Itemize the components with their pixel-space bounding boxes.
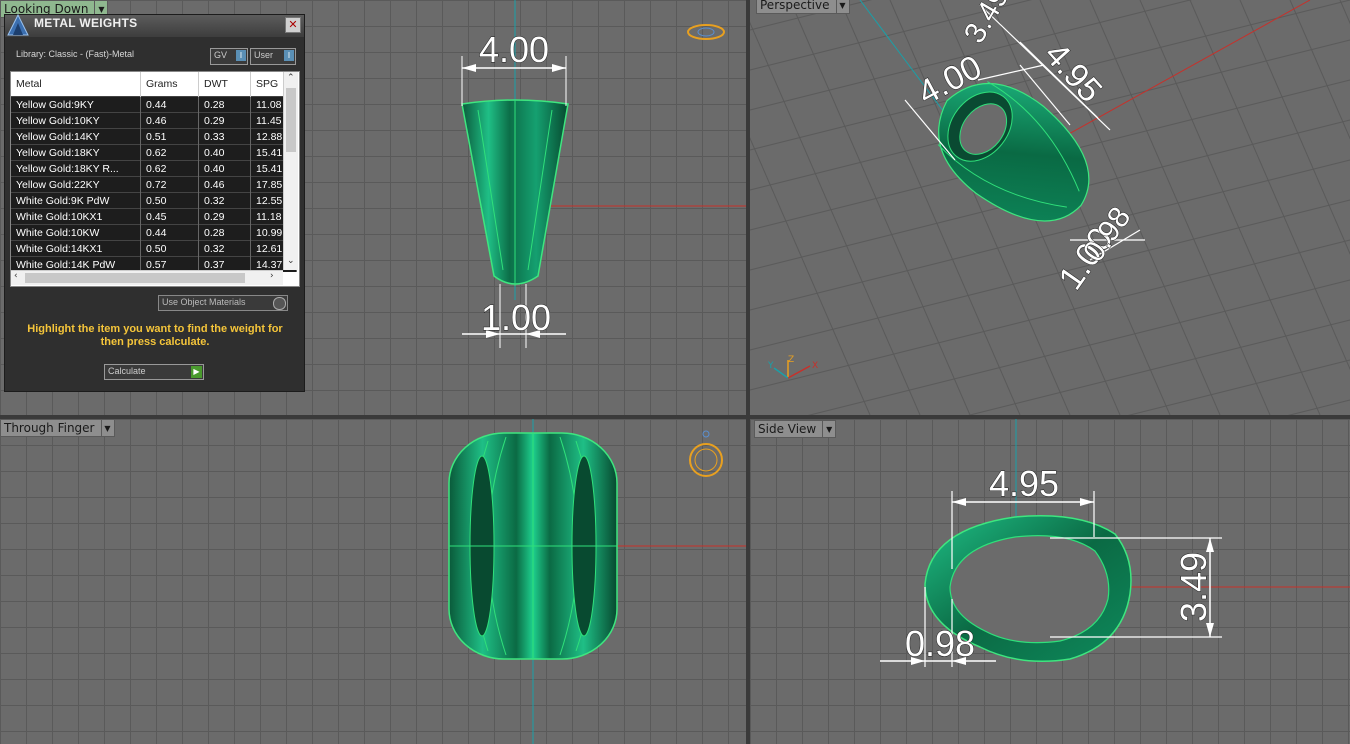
cell-metal: Yellow Gold:10KY bbox=[11, 112, 141, 129]
cell-grams: 0.44 bbox=[140, 96, 199, 113]
cell-dwt: 0.32 bbox=[198, 192, 251, 209]
cell-dwt: 0.40 bbox=[198, 144, 251, 161]
radio-icon[interactable] bbox=[273, 297, 286, 310]
cell-metal: Yellow Gold:9KY bbox=[11, 96, 141, 113]
dim-perspective-height: 3.49 bbox=[958, 0, 1016, 49]
chevron-down-icon[interactable]: ▼ bbox=[823, 420, 837, 438]
dim-bottom-label: 1.00 bbox=[481, 297, 551, 338]
chevron-up-icon[interactable]: ⌃ bbox=[287, 73, 295, 83]
cell-grams: 0.72 bbox=[140, 176, 199, 193]
cell-metal: Yellow Gold:18KY R... bbox=[11, 160, 141, 177]
chevron-down-icon[interactable]: ▼ bbox=[836, 0, 850, 14]
table-row[interactable]: Yellow Gold:9KY 0.44 0.28 11.08 bbox=[11, 96, 297, 113]
cell-grams: 0.46 bbox=[140, 112, 199, 129]
cell-dwt: 0.29 bbox=[198, 208, 251, 225]
viewport-label: Side View bbox=[754, 420, 824, 438]
cell-grams: 0.44 bbox=[140, 224, 199, 241]
table-row[interactable]: Yellow Gold:18KY R... 0.62 0.40 15.41 bbox=[11, 160, 297, 177]
table-row[interactable]: Yellow Gold:18KY 0.62 0.40 15.41 bbox=[11, 144, 297, 161]
cell-metal: Yellow Gold:18KY bbox=[11, 144, 141, 161]
cell-metal: Yellow Gold:22KY bbox=[11, 176, 141, 193]
chevron-down-icon[interactable]: ▼ bbox=[101, 419, 115, 437]
svg-text:X: X bbox=[812, 361, 818, 371]
view-gizmo-icon bbox=[687, 24, 725, 40]
table-row[interactable]: Yellow Gold:22KY 0.72 0.46 17.85 bbox=[11, 176, 297, 193]
play-icon: ▶ bbox=[191, 366, 202, 378]
table-row[interactable]: White Gold:10KW 0.44 0.28 10.99 bbox=[11, 224, 297, 241]
viewport-side-view[interactable]: 4.95 3.49 0.98 Side View ▼ bbox=[750, 419, 1350, 744]
dim-side-thickness: 0.98 bbox=[905, 623, 975, 664]
instruction-text: Highlight the item you want to find the … bbox=[27, 323, 283, 348]
chevron-right-icon[interactable]: › bbox=[270, 271, 274, 281]
svg-text:Y: Y bbox=[767, 361, 774, 371]
panel-titlebar[interactable]: METAL WEIGHTS ✕ bbox=[5, 13, 304, 37]
cell-grams: 0.51 bbox=[140, 128, 199, 145]
table-header-row: Metal Grams DWT SPG bbox=[11, 72, 297, 97]
table-row[interactable]: Yellow Gold:10KY 0.46 0.29 11.45 bbox=[11, 112, 297, 129]
gv-button[interactable]: GV I bbox=[210, 48, 248, 65]
column-header-dwt[interactable]: DWT bbox=[198, 72, 251, 97]
column-header-grams[interactable]: Grams bbox=[140, 72, 199, 97]
cell-dwt: 0.32 bbox=[198, 240, 251, 257]
dim-width-label: 4.00 bbox=[479, 29, 549, 70]
ring-side-view: 4.95 3.49 0.98 bbox=[880, 419, 1350, 667]
table-row[interactable]: White Gold:9K PdW 0.50 0.32 12.55 bbox=[11, 192, 297, 209]
chevron-down-icon[interactable]: ⌄ bbox=[287, 256, 295, 266]
cell-dwt: 0.28 bbox=[198, 224, 251, 241]
dim-side-height: 3.49 bbox=[1173, 552, 1214, 622]
view-gizmo-icon[interactable] bbox=[689, 430, 723, 477]
viewport-label: Through Finger bbox=[0, 419, 102, 437]
metal-logo-icon bbox=[7, 13, 29, 36]
cell-metal: White Gold:14KX1 bbox=[11, 240, 141, 257]
cell-grams: 0.62 bbox=[140, 144, 199, 161]
ring-front-view bbox=[448, 419, 746, 744]
cell-dwt: 0.40 bbox=[198, 160, 251, 177]
chevron-left-icon[interactable]: ‹ bbox=[14, 271, 18, 281]
table-row[interactable]: White Gold:10KX1 0.45 0.29 11.18 bbox=[11, 208, 297, 225]
ring-perspective-view: 4.00 4.95 3.49 1.00 0.98 Y Z X bbox=[750, 0, 1350, 415]
cell-dwt: 0.33 bbox=[198, 128, 251, 145]
cell-metal: White Gold:10KX1 bbox=[11, 208, 141, 225]
viewport-through-finger[interactable]: Through Finger ▼ bbox=[0, 419, 746, 744]
cell-grams: 0.45 bbox=[140, 208, 199, 225]
panel-title: METAL WEIGHTS bbox=[34, 16, 138, 30]
cell-dwt: 0.46 bbox=[198, 176, 251, 193]
dim-side-length: 4.95 bbox=[989, 463, 1059, 504]
use-object-materials-toggle[interactable]: Use Object Materials bbox=[158, 295, 288, 311]
viewport-menu-perspective[interactable]: Perspective ▼ bbox=[756, 0, 850, 14]
cell-metal: White Gold:10KW bbox=[11, 224, 141, 241]
cell-dwt: 0.29 bbox=[198, 112, 251, 129]
table-row[interactable]: Yellow Gold:14KY 0.51 0.33 12.88 bbox=[11, 128, 297, 145]
column-header-metal[interactable]: Metal bbox=[11, 72, 141, 97]
close-icon[interactable]: ✕ bbox=[285, 17, 301, 33]
user-button[interactable]: User I bbox=[250, 48, 296, 65]
cell-dwt: 0.28 bbox=[198, 96, 251, 113]
cell-grams: 0.50 bbox=[140, 192, 199, 209]
cell-grams: 0.62 bbox=[140, 160, 199, 177]
metal-table[interactable]: Metal Grams DWT SPG Yellow Gold:9KY 0.44 0… bbox=[10, 71, 300, 287]
vertical-scrollbar[interactable]: ⌃ ⌄ bbox=[283, 72, 298, 270]
viewport-menu-through-finger[interactable]: Through Finger ▼ bbox=[0, 419, 115, 437]
horizontal-scrollbar[interactable]: ‹ › bbox=[11, 270, 283, 285]
viewport-menu-side-view[interactable]: Side View ▼ bbox=[754, 420, 837, 438]
metal-weights-panel[interactable]: METAL WEIGHTS ✕ Library: Classic - (Fast… bbox=[4, 13, 305, 392]
table-row[interactable]: White Gold:14KX1 0.50 0.32 12.61 bbox=[11, 240, 297, 257]
viewport-label: Perspective bbox=[756, 0, 837, 14]
viewport-perspective[interactable]: 4.00 4.95 3.49 1.00 0.98 Y Z X Perspecti… bbox=[750, 0, 1350, 415]
cell-grams: 0.50 bbox=[140, 240, 199, 257]
calculate-button[interactable]: Calculate ▶ bbox=[104, 364, 204, 380]
library-label: Library: Classic - (Fast)-Metal bbox=[16, 49, 135, 59]
cell-metal: White Gold:9K PdW bbox=[11, 192, 141, 209]
cell-metal: Yellow Gold:14KY bbox=[11, 128, 141, 145]
svg-text:Z: Z bbox=[788, 355, 794, 365]
